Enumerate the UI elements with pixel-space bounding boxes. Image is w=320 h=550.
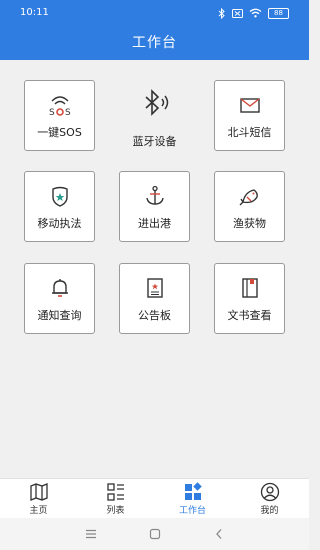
status-icons: 88 [218, 6, 289, 20]
document-icon [241, 278, 258, 298]
badge-icon [51, 186, 68, 207]
tile-sos[interactable]: S S 一键SOS [24, 80, 95, 151]
tab-workbench[interactable]: 工作台 [154, 479, 231, 519]
bluetooth-status-icon [218, 7, 225, 19]
anchor-icon [145, 185, 164, 205]
svg-text:S: S [49, 108, 55, 117]
svg-text:S: S [65, 108, 71, 117]
nav-back-button[interactable] [209, 525, 229, 543]
tile-mobile-enforcement-label: 移动执法 [37, 217, 82, 230]
tab-home-label: 主页 [29, 506, 48, 516]
tile-notification-query[interactable]: 通知查询 [24, 263, 95, 334]
bell-icon [51, 279, 68, 297]
tab-list[interactable]: 列表 [77, 479, 154, 519]
tab-mine-label: 我的 [260, 506, 279, 516]
tile-notice-board-label: 公告板 [138, 309, 171, 322]
tile-document-view-label: 文书查看 [227, 309, 272, 322]
tile-catch-label: 渔获物 [233, 217, 266, 230]
nav-menu-button[interactable] [81, 525, 101, 543]
tile-sos-label: 一键SOS [37, 126, 82, 139]
user-icon [260, 482, 279, 502]
page-title: 工作台 [132, 35, 177, 51]
tile-notice-board[interactable]: 公告板 [119, 263, 190, 334]
workbench-icon [184, 482, 202, 500]
tile-notification-query-label: 通知查询 [37, 309, 82, 322]
tab-list-label: 列表 [106, 506, 125, 516]
tab-workbench-label: 工作台 [178, 506, 206, 516]
bluetooth-icon [144, 89, 168, 116]
battery-level: 88 [274, 8, 283, 17]
tile-mobile-enforcement[interactable]: 移动执法 [24, 171, 95, 242]
sim-status-icon [232, 8, 243, 18]
status-time: 10:11 [20, 7, 49, 18]
bottom-tab-bar: 主页 列表 工作台 我的 [0, 478, 309, 519]
fish-icon [239, 189, 258, 206]
list-icon [106, 483, 124, 501]
back-chevron-icon [216, 529, 222, 539]
tile-port-entry-exit[interactable]: 进出港 [119, 171, 190, 242]
system-nav-bar [0, 518, 309, 550]
title-bar: 工作台 [0, 27, 309, 60]
tile-catch[interactable]: 渔获物 [214, 171, 285, 242]
tile-port-entry-exit-label: 进出港 [138, 217, 171, 230]
tab-mine[interactable]: 我的 [231, 479, 308, 519]
tile-bluetooth-label: 蓝牙设备 [132, 135, 177, 148]
nav-home-button[interactable] [145, 525, 165, 543]
envelope-icon [239, 98, 260, 113]
tab-home[interactable]: 主页 [0, 479, 77, 519]
wifi-status-icon [249, 8, 262, 18]
tile-beidou-sms-label: 北斗短信 [227, 126, 272, 139]
notice-board-icon [146, 278, 163, 298]
tile-document-view[interactable]: 文书查看 [214, 263, 285, 334]
status-bar: 10:11 88 [0, 0, 309, 27]
map-icon [29, 483, 48, 501]
tile-beidou-sms[interactable]: 北斗短信 [214, 80, 285, 151]
tile-bluetooth[interactable]: 蓝牙设备 [119, 80, 190, 151]
battery-indicator: 88 [268, 7, 289, 19]
home-square-icon [149, 528, 161, 540]
menu-icon [86, 529, 96, 539]
sos-signal-icon: S S [49, 96, 71, 117]
